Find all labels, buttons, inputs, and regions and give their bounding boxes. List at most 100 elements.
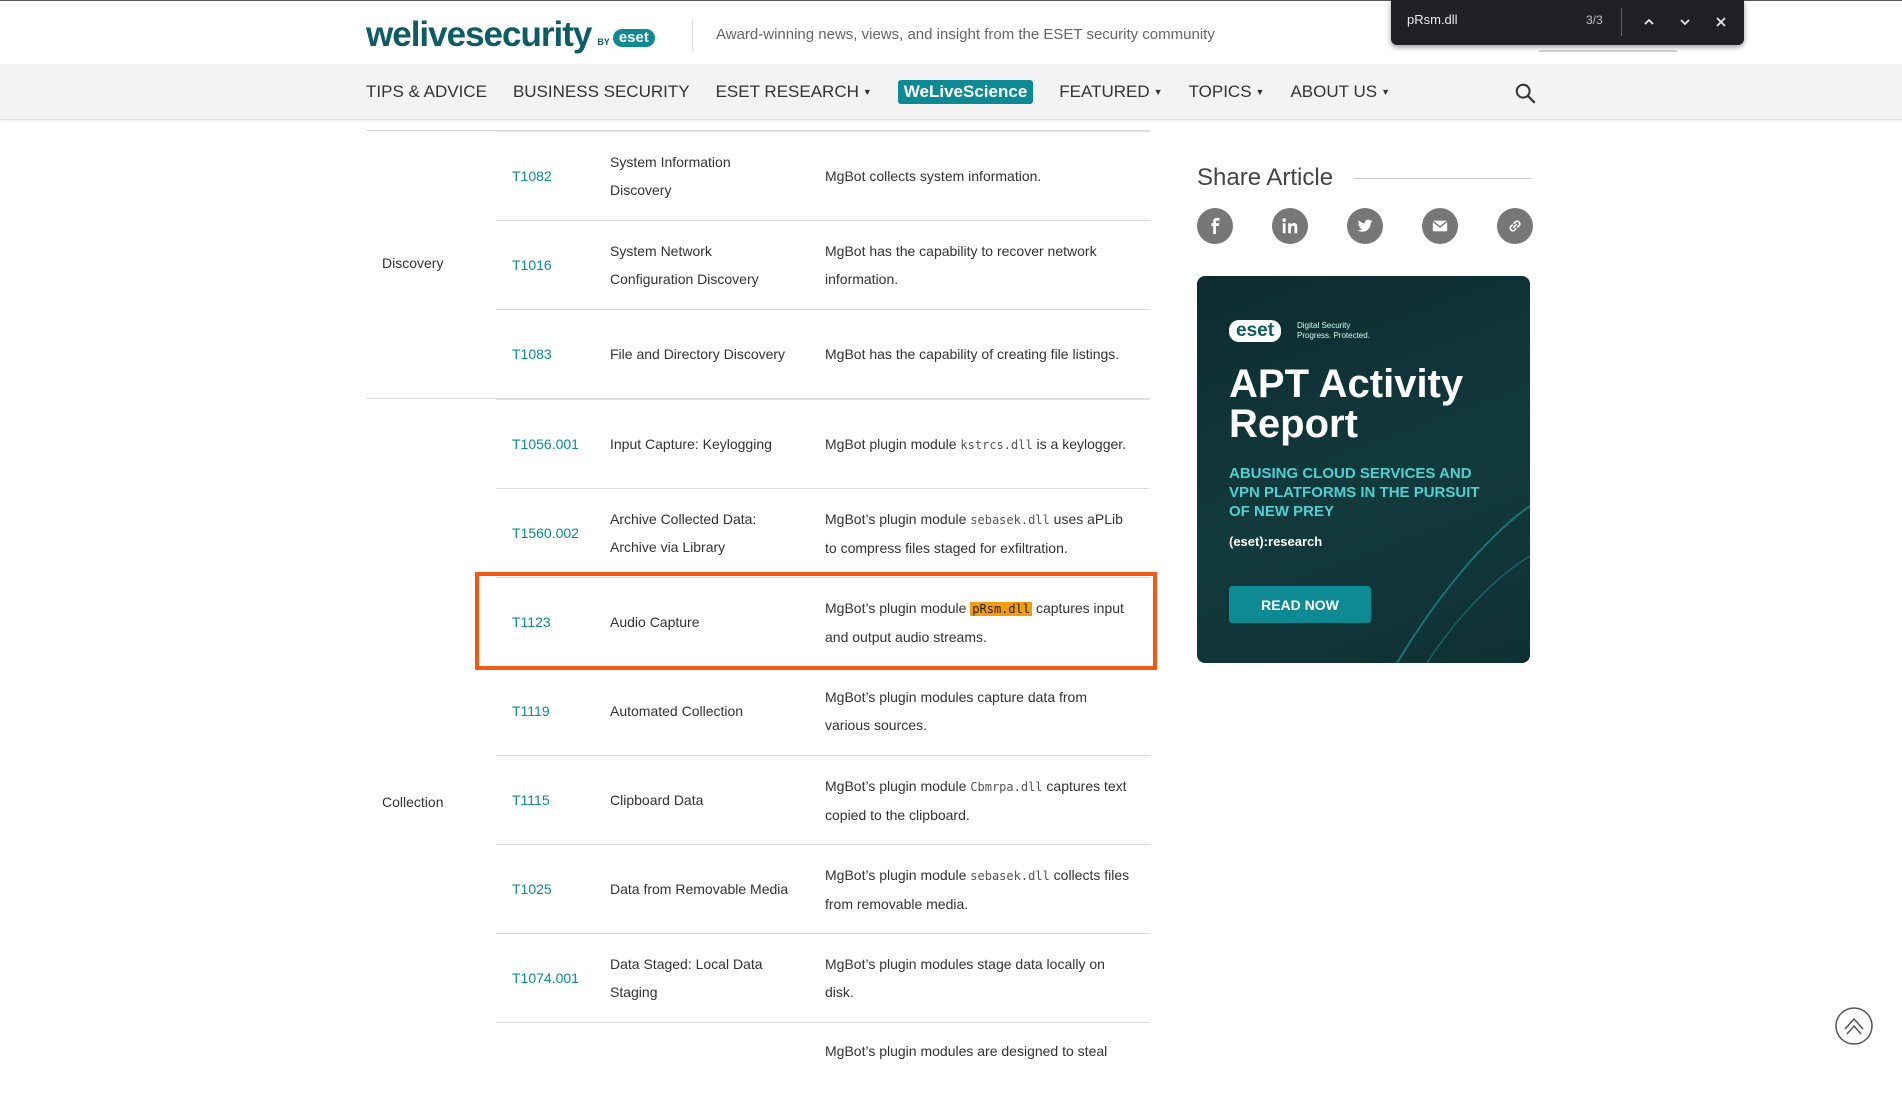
table-row: T1082 System Information Discovery MgBot… [496,131,1150,220]
read-now-button[interactable]: READ NOW [1229,586,1371,623]
link-icon[interactable] [1497,208,1533,244]
module-name: sebasek.dll [970,512,1050,527]
nav-label: BUSINESS SECURITY [512,81,690,101]
ad-subtitle: ABUSING CLOUD SERVICES AND VPN PLATFORMS… [1229,465,1480,520]
share-heading-rule [1354,178,1532,179]
procedure-text: MgBot’s plugin modules are designed to s… [825,1043,1108,1059]
table-row: T1115 Clipboard Data MgBot’s plugin modu… [496,755,1150,844]
technique-name [610,1023,795,1111]
nav-tips-advice[interactable]: TIPS & ADVICE [366,82,487,102]
technique-id-link[interactable]: T1083 [512,310,552,398]
chevron-down-icon[interactable] [1675,12,1695,32]
nav-welivescience[interactable]: WeLiveScience [897,79,1034,104]
ad-eset-logo: eset [1229,320,1282,342]
procedure-text: MgBot’s plugin module Cbmrpa.dll capture… [825,756,1135,844]
table-row: T1083 File and Directory Discovery MgBot… [496,309,1150,398]
table-row: T1056.001 Input Capture: Keylogging MgBo… [496,399,1150,488]
caret-down-icon: ▼ [1153,86,1163,97]
nav-label: FEATURED [1059,81,1150,101]
find-bar-shadow [1539,50,1677,52]
apt-report-ad[interactable]: eset Digital Security Progress. Protecte… [1197,276,1530,663]
module-name: Cbmrpa.dll [970,779,1043,794]
procedure-text: MgBot has the capability of creating fil… [825,346,1120,362]
search-icon[interactable] [1514,82,1536,104]
ad-research-label: (eset):research [1229,534,1323,549]
linkedin-icon[interactable] [1272,208,1308,244]
technique-name: Automated Collection [610,703,744,719]
share-article-heading: Share Article [1197,164,1334,191]
find-input[interactable]: pRsm.dll [1407,12,1458,27]
procedure-text: MgBot’s plugin modules stage data locall… [825,956,1105,1000]
chevron-up-icon[interactable] [1639,12,1659,32]
table-row: T1025 Data from Removable Media MgBot’s … [496,844,1150,933]
logo-eset: eset [612,29,655,47]
caret-down-icon: ▼ [1381,86,1390,97]
technique-name: File and Directory Discovery [610,346,786,362]
technique-id-link[interactable]: T1560.002 [512,489,579,577]
twitter-icon[interactable] [1347,208,1383,244]
table-row: T1560.002 Archive Collected Data: Archiv… [496,488,1150,577]
close-icon[interactable] [1711,12,1731,32]
tactic-label: Discovery [382,255,444,271]
procedure-pre: MgBot plugin module [825,435,961,452]
nav-about-us[interactable]: ABOUT US ▼ [1290,82,1390,102]
procedure-post: is a keylogger. [1032,435,1127,452]
facebook-icon[interactable] [1197,208,1233,244]
nav-topics[interactable]: TOPICS ▼ [1189,82,1265,102]
nav-label: TOPICS [1188,81,1252,101]
technique-id-link[interactable]: T1074.001 [512,934,579,1022]
caret-down-icon: ▼ [862,86,872,97]
procedure-text: MgBot collects system information. [825,168,1042,184]
tactic-group-discovery: Discovery T1082 System Information Disco… [366,130,1150,398]
technique-id-link[interactable]: T1082 [512,132,552,220]
site-logo[interactable]: welivesecurity BY eset [366,17,655,53]
module-name: kstrcs.dll [960,437,1033,452]
tactic-group-collection: Collection T1056.001 Input Capture: Keyl… [366,398,1150,1111]
main-navigation: TIPS & ADVICE BUSINESS SECURITY ESET RES… [0,64,1902,120]
nav-business-security[interactable]: BUSINESS SECURITY [513,82,690,102]
ad-brand-line: Progress. Protected. [1297,331,1370,340]
procedure-pre: MgBot’s plugin module [825,777,971,794]
header-divider [692,19,693,51]
ad-brand-tagline: Digital Security Progress. Protected. [1297,321,1370,341]
nav-label: ABOUT US [1290,81,1378,101]
table-row: T1119 Automated Collection MgBot’s plugi… [496,666,1150,755]
logo-wordmark: welivesecurity [366,15,592,54]
technique-id-link[interactable]: T1025 [512,845,552,933]
technique-id-link[interactable]: T1115 [512,756,550,844]
procedure-text: MgBot’s plugin modules capture data from… [825,689,1087,733]
technique-name: System Network Configuration Discovery [610,243,759,287]
nav-label: WeLiveScience [903,81,1028,101]
procedure-text: MgBot’s plugin module sebasek.dll collec… [825,845,1135,933]
ad-brand-line: Digital Security [1297,321,1351,330]
procedure-pre: MgBot’s plugin module [825,510,971,527]
procedure-pre: MgBot’s plugin module [825,866,971,883]
nav-featured[interactable]: FEATURED ▼ [1059,82,1162,102]
technique-name: Archive Collected Data: Archive via Libr… [610,511,757,555]
nav-eset-research[interactable]: ESET RESEARCH ▼ [716,82,872,102]
technique-id-link[interactable]: T1119 [512,667,550,755]
find-in-page-bar: pRsm.dll 3/3 [1391,0,1744,45]
technique-id-link[interactable]: T1016 [512,221,552,309]
technique-name: System Information Discovery [610,154,731,198]
back-to-top-icon[interactable] [1834,1006,1874,1046]
technique-name: Clipboard Data [610,792,704,808]
table-row: T1016 System Network Configuration Disco… [496,220,1150,309]
module-name: sebasek.dll [970,868,1050,883]
logo-by: BY [597,37,610,47]
technique-id-link[interactable]: T1056.001 [512,400,579,488]
find-match-count: 3/3 [1586,13,1603,27]
technique-name: Input Capture: Keylogging [610,436,772,452]
table-row: MgBot’s plugin modules are designed to s… [496,1022,1150,1111]
procedure-text: MgBot has the capability to recover netw… [825,243,1097,287]
nav-label: ESET RESEARCH [715,81,859,101]
caret-down-icon: ▼ [1255,86,1265,97]
site-tagline: Award-winning news, views, and insight f… [716,26,1215,43]
share-buttons [1197,208,1533,244]
nav-label: TIPS & ADVICE [366,81,487,101]
find-divider [1621,8,1622,36]
annotation-highlight-box [475,572,1157,670]
table-row: T1074.001 Data Staged: Local Data Stagin… [496,933,1150,1022]
procedure-text: MgBot plugin module kstrcs.dll is a keyl… [825,400,1135,488]
email-icon[interactable] [1422,208,1458,244]
